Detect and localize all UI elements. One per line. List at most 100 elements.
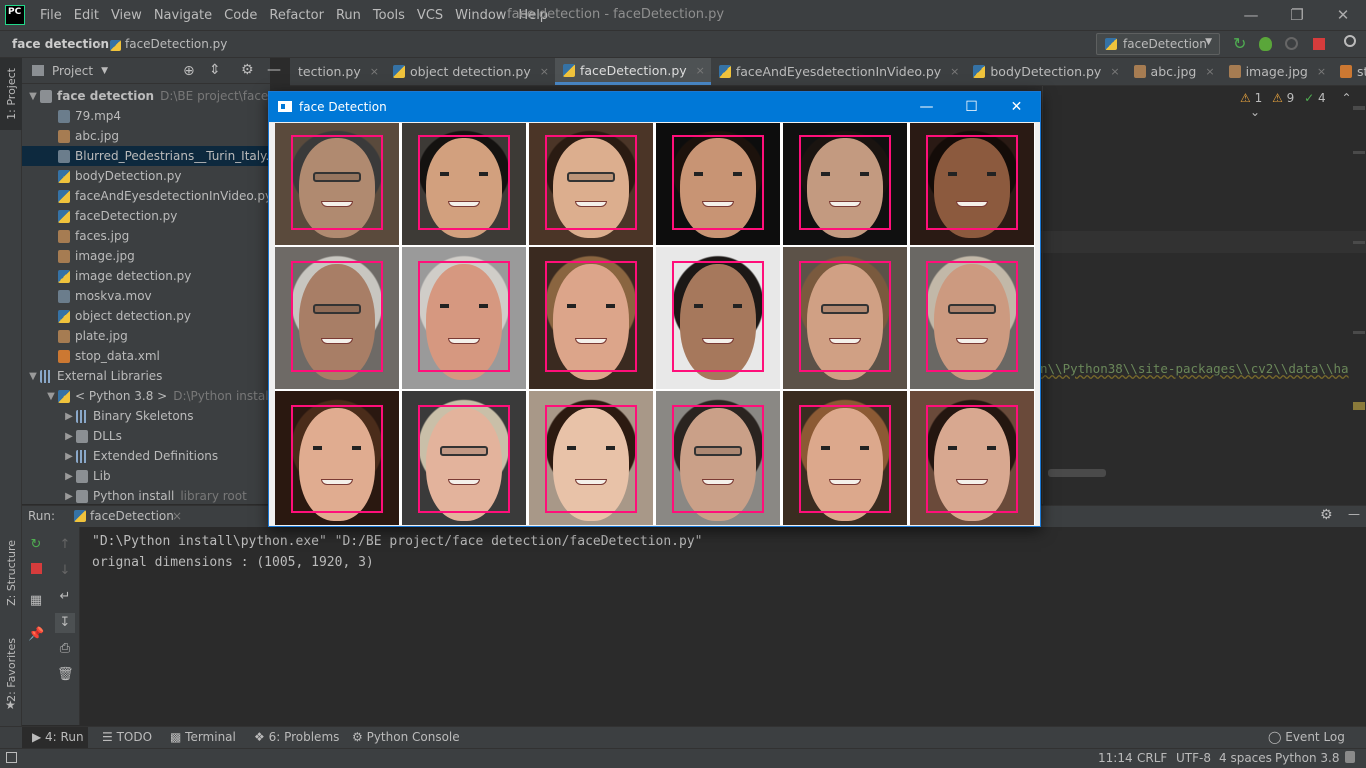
tree-item[interactable]: plate.jpg xyxy=(22,326,270,346)
menu-navigate[interactable]: Navigate xyxy=(148,8,218,23)
collapse-all-icon[interactable]: ⇕ xyxy=(209,62,221,78)
print-icon[interactable]: ⎙ xyxy=(57,641,73,657)
terminal-tool-tab[interactable]: ▩ Terminal xyxy=(170,730,236,744)
tree-item[interactable]: Blurred_Pedestrians__Turin_Italy.mov xyxy=(22,146,270,166)
todo-tool-tab[interactable]: ☰ TODO xyxy=(102,730,152,744)
rerun-icon[interactable]: ↻ xyxy=(1233,36,1249,52)
collapse-arrow-icon[interactable]: ▶ xyxy=(62,451,76,462)
inspection-widget[interactable]: ⚠ 1 ⚠ 9 ✓ 4 ⌃ ⌄ xyxy=(1240,91,1366,119)
close-icon[interactable]: × xyxy=(172,509,182,523)
editor-tab[interactable]: faceAndEyesdetectionInVideo.py × xyxy=(711,58,966,85)
tree-item[interactable]: ▶ Binary Skeletons xyxy=(22,406,270,426)
tree-item[interactable]: abc.jpg xyxy=(22,126,270,146)
editor-tab[interactable]: image.jpg × xyxy=(1221,58,1332,85)
minimize-icon[interactable]: — xyxy=(1228,0,1274,30)
opencv-window-titlebar[interactable]: face Detection — ☐ ✕ xyxy=(269,92,1040,122)
menu-run[interactable]: Run xyxy=(330,8,367,23)
indent-setting[interactable]: 4 spaces xyxy=(1219,751,1272,765)
collapse-arrow-icon[interactable]: ▶ xyxy=(62,491,76,502)
favorites-tool-button[interactable]: 2: Favorites xyxy=(5,638,18,702)
coverage-icon[interactable] xyxy=(1285,37,1298,50)
editor-tab[interactable]: faceDetection.py × xyxy=(555,58,711,85)
gear-icon[interactable]: ⚙ xyxy=(1320,507,1333,523)
caret-position[interactable]: 11:14 xyxy=(1098,751,1133,765)
tree-item[interactable]: faces.jpg xyxy=(22,226,270,246)
expand-arrow-icon[interactable]: ▼ xyxy=(26,91,40,102)
hide-icon[interactable]: — xyxy=(267,62,281,78)
tree-item[interactable]: ▶ DLLs xyxy=(22,426,270,446)
restore-icon[interactable]: ❐ xyxy=(1274,0,1320,30)
menu-file[interactable]: File xyxy=(34,8,68,23)
tree-item[interactable]: image.jpg xyxy=(22,246,270,266)
menu-window[interactable]: Window xyxy=(449,8,512,23)
breadcrumb-project[interactable]: face detection xyxy=(12,37,109,51)
trash-icon[interactable]: 🗑 xyxy=(57,667,74,683)
debug-icon[interactable] xyxy=(1259,37,1272,51)
hide-icon[interactable]: — xyxy=(1348,507,1360,521)
collapse-arrow-icon[interactable]: ▶ xyxy=(62,431,76,442)
python-console-tool-tab[interactable]: ⚙ Python Console xyxy=(352,730,460,744)
close-tab-icon[interactable]: × xyxy=(370,65,379,78)
close-tab-icon[interactable]: × xyxy=(950,65,959,78)
locate-icon[interactable]: ⊕ xyxy=(183,63,195,79)
layout-icon[interactable]: ▦ xyxy=(28,593,44,609)
close-icon[interactable]: ✕ xyxy=(994,92,1039,122)
menu-refactor[interactable]: Refactor xyxy=(263,8,330,23)
menu-tools[interactable]: Tools xyxy=(367,8,411,23)
tree-item[interactable]: stop_data.xml xyxy=(22,346,270,366)
menu-edit[interactable]: Edit xyxy=(68,8,105,23)
scroll-to-end-icon[interactable]: ↧ xyxy=(55,613,75,633)
expand-arrow-icon[interactable]: ▼ xyxy=(44,391,58,402)
tree-item[interactable]: image detection.py xyxy=(22,266,270,286)
collapse-arrow-icon[interactable]: ▶ xyxy=(62,471,76,482)
tree-item[interactable]: ▼ < Python 3.8 > D:\Python install\python.… xyxy=(22,386,270,406)
close-icon[interactable]: ✕ xyxy=(1320,0,1366,30)
editor-tab[interactable]: tection.py × xyxy=(290,58,385,85)
tree-item[interactable]: ▶ Python install library root xyxy=(22,486,270,506)
tree-item[interactable]: ▶ Extended Definitions xyxy=(22,446,270,466)
tree-item[interactable]: 79.mp4 xyxy=(22,106,270,126)
chevron-down-icon[interactable]: ▼ xyxy=(101,66,108,76)
breadcrumb-file[interactable]: faceDetection.py xyxy=(125,37,227,51)
rerun-icon[interactable]: ↻ xyxy=(28,537,44,553)
run-config-select[interactable]: faceDetection ▼ xyxy=(1096,33,1220,55)
editor-tab[interactable]: bodyDetection.py × xyxy=(965,58,1125,85)
menu-code[interactable]: Code xyxy=(218,8,263,23)
event-log-tool-tab[interactable]: ◯ Event Log xyxy=(1268,730,1345,744)
stop-icon[interactable] xyxy=(1313,38,1325,50)
tree-item[interactable]: object detection.py xyxy=(22,306,270,326)
run-tool-tab[interactable]: ▶ 4: Run xyxy=(32,730,84,744)
expand-arrow-icon[interactable]: ▼ xyxy=(26,371,40,382)
close-tab-icon[interactable]: × xyxy=(1110,65,1119,78)
menu-view[interactable]: View xyxy=(105,8,148,23)
close-tab-icon[interactable]: × xyxy=(1205,65,1214,78)
project-panel-title[interactable]: Project xyxy=(52,64,93,78)
tree-item[interactable]: bodyDetection.py xyxy=(22,166,270,186)
project-tool-button[interactable]: 1: Project xyxy=(5,68,18,120)
lock-icon[interactable] xyxy=(1345,751,1355,763)
soft-wrap-icon[interactable]: ↵ xyxy=(57,589,73,605)
horizontal-scrollbar[interactable] xyxy=(1048,469,1106,477)
chevron-up-icon[interactable]: ⌃ xyxy=(1341,91,1351,105)
tree-item[interactable]: ▶ Lib xyxy=(22,466,270,486)
editor-tab[interactable]: abc.jpg × xyxy=(1126,58,1221,85)
chevron-down-icon[interactable]: ⌄ xyxy=(1250,105,1260,119)
run-tab-label[interactable]: faceDetection xyxy=(90,509,174,523)
search-icon[interactable] xyxy=(1344,35,1356,47)
close-tab-icon[interactable]: × xyxy=(540,65,549,78)
structure-tool-button[interactable]: Z: Structure xyxy=(5,540,18,606)
menu-vcs[interactable]: VCS xyxy=(411,8,449,23)
close-tab-icon[interactable]: × xyxy=(1317,65,1326,78)
editor-tab[interactable]: object detection.py × xyxy=(385,58,555,85)
arrow-down-icon[interactable]: ↓ xyxy=(57,563,73,579)
line-separator[interactable]: CRLF xyxy=(1137,751,1167,765)
collapse-arrow-icon[interactable]: ▶ xyxy=(62,411,76,422)
tree-item[interactable]: faceAndEyesdetectionInVideo.py xyxy=(22,186,270,206)
gear-icon[interactable]: ⚙ xyxy=(241,62,254,78)
tree-item[interactable]: moskva.mov xyxy=(22,286,270,306)
stop-icon[interactable] xyxy=(30,563,42,574)
editor-tab[interactable]: stop_data.xml× xyxy=(1332,58,1366,85)
minimize-icon[interactable]: — xyxy=(904,92,949,122)
arrow-up-icon[interactable]: ↑ xyxy=(57,537,73,553)
pin-icon[interactable]: 📌 xyxy=(28,627,44,643)
